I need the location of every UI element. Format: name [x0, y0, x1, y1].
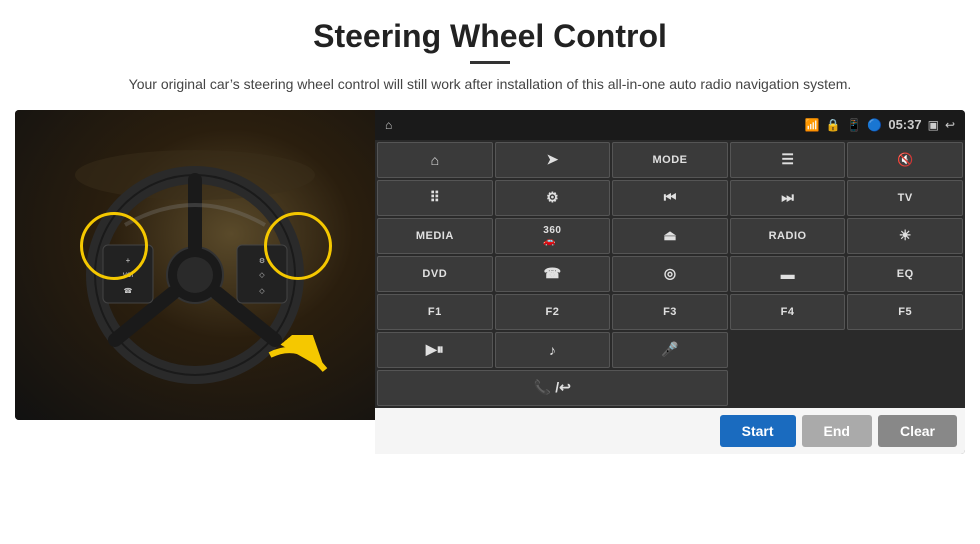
f3-label: F3	[663, 306, 677, 318]
control-panel: ⌂ 📶 🔒 📱 🔵 05:37 ▣ ↩ ⌂	[375, 110, 965, 454]
clear-button[interactable]: Clear	[878, 415, 957, 447]
btn-brightness[interactable]: ☀	[847, 218, 963, 254]
mode-label: MODE	[652, 154, 687, 166]
360-label: 360🚗	[543, 225, 561, 247]
btn-list[interactable]: ☰	[730, 142, 846, 178]
status-bar-left: ⌂	[385, 118, 392, 132]
btn-screen-rect[interactable]: ▬	[730, 256, 846, 292]
btn-globe[interactable]: ◎	[612, 256, 728, 292]
media-label: MEDIA	[416, 230, 454, 242]
btn-f1[interactable]: F1	[377, 294, 493, 330]
btn-media[interactable]: MEDIA	[377, 218, 493, 254]
f2-label: F2	[545, 306, 559, 318]
btn-mic[interactable]: 🎤	[612, 332, 728, 368]
status-bar-right: 📶 🔒 📱 🔵 05:37 ▣ ↩	[805, 117, 955, 132]
phone-icon: ☎	[544, 265, 561, 282]
list-icon: ☰	[781, 151, 794, 168]
btn-radio[interactable]: RADIO	[730, 218, 846, 254]
brightness-icon: ☀	[899, 227, 912, 244]
mic-icon: 🎤	[661, 341, 678, 358]
f1-label: F1	[428, 306, 442, 318]
btn-home[interactable]: ⌂	[377, 142, 493, 178]
btn-handfree[interactable]: 📞 /↩	[377, 370, 728, 406]
nav-icon: ➤	[547, 151, 559, 168]
btn-prev[interactable]: ⏮	[612, 180, 728, 216]
screen-rect-icon: ▬	[781, 266, 795, 282]
btn-tv[interactable]: TV	[847, 180, 963, 216]
btn-360[interactable]: 360🚗	[495, 218, 611, 254]
globe-icon: ◎	[664, 265, 676, 282]
content-row: + vol ☎ ⚙ ◇ ◇	[20, 110, 960, 454]
dvd-label: DVD	[422, 268, 447, 280]
lock-icon: 🔒	[825, 118, 840, 132]
btn-eq[interactable]: EQ	[847, 256, 963, 292]
svg-text:◇: ◇	[259, 272, 265, 279]
btn-phone[interactable]: ☎	[495, 256, 611, 292]
next-icon: ⏭	[781, 189, 794, 206]
btn-mode[interactable]: MODE	[612, 142, 728, 178]
svg-text:◇: ◇	[259, 288, 265, 295]
btn-f4[interactable]: F4	[730, 294, 846, 330]
car-image-panel: + vol ☎ ⚙ ◇ ◇	[15, 110, 375, 420]
arrow-svg	[260, 335, 340, 405]
f4-label: F4	[781, 306, 795, 318]
btn-next[interactable]: ⏭	[730, 180, 846, 216]
playpause-icon: ▶⏸	[426, 341, 444, 358]
time-display: 05:37	[888, 117, 921, 132]
screen-icon: ▣	[928, 118, 939, 132]
eject-icon: ⏏	[663, 227, 676, 244]
bluetooth-icon: 🔵	[867, 118, 882, 132]
svg-text:⚙: ⚙	[259, 257, 265, 265]
sim-icon: 📱	[846, 118, 861, 132]
tv-label: TV	[898, 192, 913, 204]
f5-label: F5	[898, 306, 912, 318]
home-icon: ⌂	[385, 118, 392, 132]
wifi-icon: 📶	[805, 118, 820, 132]
home-btn-icon: ⌂	[431, 152, 439, 168]
prev-icon: ⏮	[664, 189, 677, 206]
action-bar: Start End Clear	[375, 408, 965, 454]
btn-playpause[interactable]: ▶⏸	[377, 332, 493, 368]
btn-eject[interactable]: ⏏	[612, 218, 728, 254]
btn-dvd[interactable]: DVD	[377, 256, 493, 292]
page-title: Steering Wheel Control	[313, 18, 667, 55]
status-bar: ⌂ 📶 🔒 📱 🔵 05:37 ▣ ↩	[375, 110, 965, 140]
start-button[interactable]: Start	[720, 415, 796, 447]
settings-icon: ⚙	[546, 189, 559, 206]
button-grid: ⌂ ➤ MODE ☰ 🔇 ⠿ ⚙	[375, 140, 965, 408]
btn-f3[interactable]: F3	[612, 294, 728, 330]
page-container: Steering Wheel Control Your original car…	[0, 0, 980, 544]
svg-text:☎: ☎	[124, 287, 133, 295]
btn-music[interactable]: ♪	[495, 332, 611, 368]
btn-f2[interactable]: F2	[495, 294, 611, 330]
radio-label: RADIO	[769, 230, 807, 242]
title-divider	[470, 61, 510, 64]
btn-settings[interactable]: ⚙	[495, 180, 611, 216]
btn-f5[interactable]: F5	[847, 294, 963, 330]
apps-icon: ⠿	[430, 189, 440, 206]
end-button[interactable]: End	[802, 415, 872, 447]
mute-icon: 🔇	[897, 152, 913, 168]
btn-mute[interactable]: 🔇	[847, 142, 963, 178]
handfree-icon: 📞 /↩	[534, 379, 571, 396]
page-subtitle: Your original car’s steering wheel contr…	[129, 74, 852, 96]
music-icon: ♪	[549, 342, 556, 358]
btn-nav[interactable]: ➤	[495, 142, 611, 178]
eq-label: EQ	[897, 268, 914, 280]
highlight-circle-right	[264, 212, 332, 280]
back-icon: ↩	[945, 118, 955, 132]
highlight-circle-left	[80, 212, 148, 280]
btn-apps[interactable]: ⠿	[377, 180, 493, 216]
